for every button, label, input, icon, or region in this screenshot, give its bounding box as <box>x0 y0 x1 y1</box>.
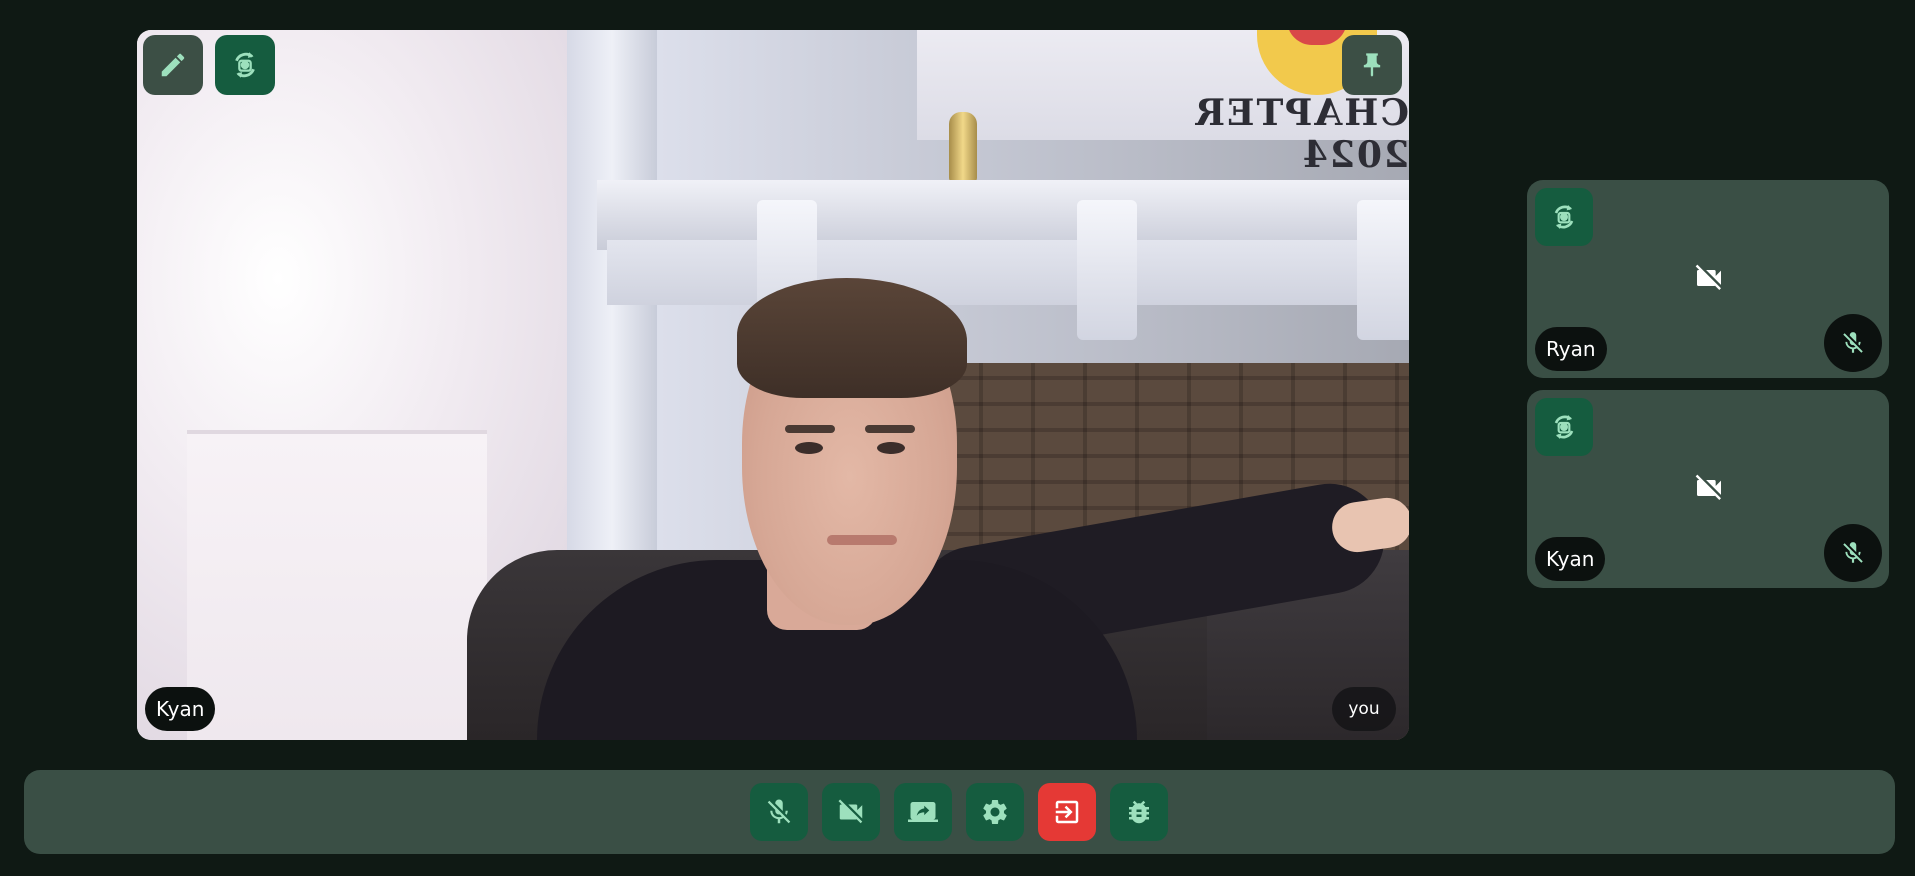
mic-off-icon <box>1840 330 1866 356</box>
bug-report-icon <box>1124 797 1154 827</box>
banner-text: CHAPTER 2024 <box>1193 92 1409 176</box>
screen-share-icon <box>907 797 939 827</box>
camera-rotate-icon <box>1548 201 1580 233</box>
mic-muted-indicator <box>1824 314 1882 372</box>
participant-name-label: Ryan <box>1535 327 1607 371</box>
camera-off-icon <box>1693 472 1725 504</box>
camera-rotate-icon <box>1548 411 1580 443</box>
self-view-label: you <box>1332 687 1396 731</box>
share-screen-button[interactable] <box>894 783 952 841</box>
mic-off-icon <box>764 797 794 827</box>
rotate-camera-button[interactable] <box>1535 188 1593 246</box>
leave-call-icon <box>1052 797 1082 827</box>
toggle-mic-button[interactable] <box>750 783 808 841</box>
participant-name-label: Kyan <box>145 687 216 731</box>
settings-button[interactable] <box>966 783 1024 841</box>
mic-muted-indicator <box>1824 524 1882 582</box>
rotate-camera-button[interactable] <box>1535 398 1593 456</box>
toggle-camera-button[interactable] <box>822 783 880 841</box>
settings-gear-icon <box>980 797 1010 827</box>
camera-rotate-icon <box>228 48 262 82</box>
leave-call-button[interactable] <box>1038 783 1096 841</box>
participant-name-label: Kyan <box>1535 537 1606 581</box>
pencil-icon <box>158 50 188 80</box>
video-frame: CHAPTER 2024 <box>137 30 1409 740</box>
camera-off-icon <box>1693 262 1725 294</box>
video-off-icon <box>836 797 866 827</box>
main-video-feed[interactable]: CHAPTER 2024 <box>137 30 1409 740</box>
edit-button[interactable] <box>143 35 203 95</box>
rotate-camera-button[interactable] <box>215 35 275 95</box>
pin-button[interactable] <box>1342 35 1402 95</box>
report-bug-button[interactable] <box>1110 783 1168 841</box>
mic-off-icon <box>1840 540 1866 566</box>
call-controls-bar <box>24 770 1895 854</box>
participant-tile[interactable]: Ryan <box>1527 180 1889 378</box>
participant-tile[interactable]: Kyan <box>1527 390 1889 588</box>
pin-icon <box>1358 50 1386 80</box>
